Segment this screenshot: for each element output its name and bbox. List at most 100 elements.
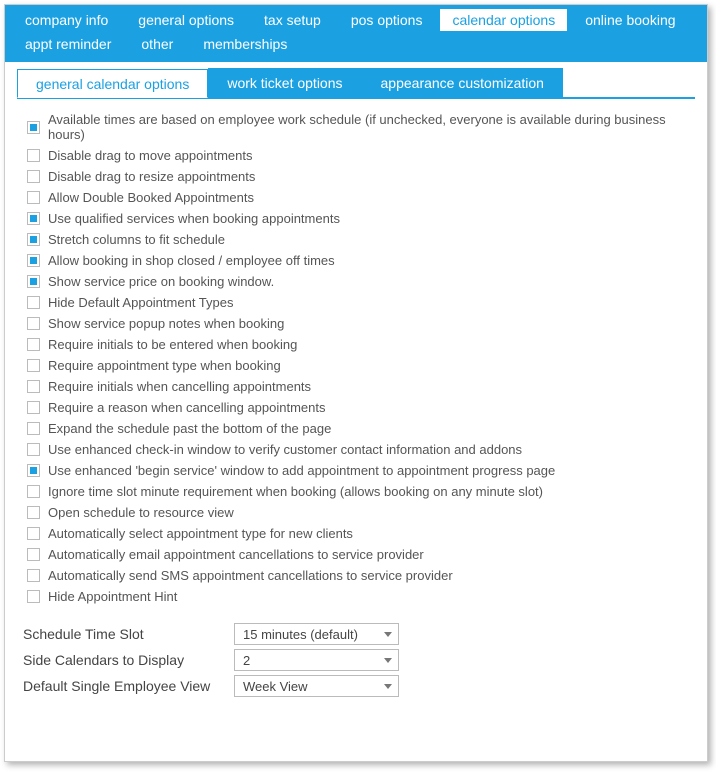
checkbox[interactable] <box>27 121 40 134</box>
checkbox-label: Use enhanced check-in window to verify c… <box>48 442 522 457</box>
subtab-work-ticket-options[interactable]: work ticket options <box>208 68 361 97</box>
checkbox-row: Require appointment type when booking <box>23 355 689 376</box>
schedule-time-slot-label: Schedule Time Slot <box>23 626 228 642</box>
checkbox[interactable] <box>27 149 40 162</box>
checkbox-label: Use enhanced 'begin service' window to a… <box>48 463 555 478</box>
checkbox[interactable] <box>27 296 40 309</box>
default-view-value: Week View <box>243 679 308 694</box>
checkbox-label: Disable drag to move appointments <box>48 148 253 163</box>
checkbox-row: Expand the schedule past the bottom of t… <box>23 418 689 439</box>
checkbox-row: Show service price on booking window. <box>23 271 689 292</box>
checkbox[interactable] <box>27 590 40 603</box>
tab-content: Available times are based on employee wo… <box>5 99 707 761</box>
checkbox-row: Stretch columns to fit schedule <box>23 229 689 250</box>
checkbox-row: Require initials when cancelling appoint… <box>23 376 689 397</box>
default-view-select[interactable]: Week View <box>234 675 399 697</box>
schedule-time-slot-value: 15 minutes (default) <box>243 627 358 642</box>
top-nav: company info general options tax setup pos … <box>5 5 707 61</box>
checkbox-row: Hide Appointment Hint <box>23 586 689 607</box>
checkbox-label: Automatically email appointment cancella… <box>48 547 424 562</box>
checkbox-row: Use qualified services when booking appo… <box>23 208 689 229</box>
checkbox[interactable] <box>27 254 40 267</box>
checkbox-row: Use enhanced check-in window to verify c… <box>23 439 689 460</box>
checkbox-label: Ignore time slot minute requirement when… <box>48 484 543 499</box>
chevron-down-icon <box>384 632 392 637</box>
checkbox-label: Show service price on booking window. <box>48 274 274 289</box>
default-view-label: Default Single Employee View <box>23 678 228 694</box>
topnav-memberships[interactable]: memberships <box>191 33 299 55</box>
topnav-online-booking[interactable]: online booking <box>573 9 687 31</box>
checkbox[interactable] <box>27 380 40 393</box>
checkbox-row: Use enhanced 'begin service' window to a… <box>23 460 689 481</box>
checkbox[interactable] <box>27 275 40 288</box>
checkbox[interactable] <box>27 443 40 456</box>
settings-window: company info general options tax setup pos … <box>4 4 708 762</box>
checkbox-row: Automatically select appointment type fo… <box>23 523 689 544</box>
checkbox[interactable] <box>27 359 40 372</box>
checkbox-row: Open schedule to resource view <box>23 502 689 523</box>
checkbox-row: Require initials to be entered when book… <box>23 334 689 355</box>
schedule-time-slot-row: Schedule Time Slot 15 minutes (default) <box>23 621 689 647</box>
topnav-calendar-options[interactable]: calendar options <box>440 9 567 31</box>
checkbox-row: Available times are based on employee wo… <box>23 109 689 145</box>
checkbox-row: Disable drag to move appointments <box>23 145 689 166</box>
subtab-general-calendar-options[interactable]: general calendar options <box>17 69 208 98</box>
chevron-down-icon <box>384 684 392 689</box>
checkbox-label: Disable drag to resize appointments <box>48 169 255 184</box>
checkbox-label: Open schedule to resource view <box>48 505 234 520</box>
checkbox-row: Allow Double Booked Appointments <box>23 187 689 208</box>
side-calendars-row: Side Calendars to Display 2 <box>23 647 689 673</box>
subtabs-container: general calendar optionswork ticket opti… <box>5 61 707 99</box>
checkbox-row: Show service popup notes when booking <box>23 313 689 334</box>
checkbox-label: Allow booking in shop closed / employee … <box>48 253 335 268</box>
side-calendars-value: 2 <box>243 653 250 668</box>
checkbox[interactable] <box>27 422 40 435</box>
topnav-tax-setup[interactable]: tax setup <box>252 9 333 31</box>
checkbox-row: Automatically email appointment cancella… <box>23 544 689 565</box>
checkbox-label: Allow Double Booked Appointments <box>48 190 254 205</box>
checkbox-row: Automatically send SMS appointment cance… <box>23 565 689 586</box>
topnav-appt-reminder[interactable]: appt reminder <box>13 33 123 55</box>
checkbox[interactable] <box>27 527 40 540</box>
side-calendars-label: Side Calendars to Display <box>23 652 228 668</box>
topnav-pos-options[interactable]: pos options <box>339 9 435 31</box>
checkbox[interactable] <box>27 191 40 204</box>
checkbox-label: Hide Appointment Hint <box>48 589 177 604</box>
checkbox-label: Expand the schedule past the bottom of t… <box>48 421 331 436</box>
checkbox[interactable] <box>27 569 40 582</box>
checkbox-label: Use qualified services when booking appo… <box>48 211 340 226</box>
checkbox-label: Hide Default Appointment Types <box>48 295 234 310</box>
checkbox-row: Ignore time slot minute requirement when… <box>23 481 689 502</box>
topnav-other[interactable]: other <box>129 33 185 55</box>
checkbox[interactable] <box>27 170 40 183</box>
checkbox-row: Require a reason when cancelling appoint… <box>23 397 689 418</box>
topnav-general-options[interactable]: general options <box>126 9 246 31</box>
checkbox-label: Automatically send SMS appointment cance… <box>48 568 453 583</box>
checkbox[interactable] <box>27 212 40 225</box>
schedule-time-slot-select[interactable]: 15 minutes (default) <box>234 623 399 645</box>
subtab-appearance-customization[interactable]: appearance customization <box>362 68 563 97</box>
checkbox-label: Require initials to be entered when book… <box>48 337 297 352</box>
checkbox-row: Disable drag to resize appointments <box>23 166 689 187</box>
checkbox[interactable] <box>27 485 40 498</box>
checkbox-row: Allow booking in shop closed / employee … <box>23 250 689 271</box>
checkbox-label: Require appointment type when booking <box>48 358 281 373</box>
default-view-row: Default Single Employee View Week View <box>23 673 689 699</box>
chevron-down-icon <box>384 658 392 663</box>
checkbox-label: Require a reason when cancelling appoint… <box>48 400 326 415</box>
checkbox[interactable] <box>27 401 40 414</box>
subtabs: general calendar optionswork ticket opti… <box>17 68 695 99</box>
checkbox[interactable] <box>27 464 40 477</box>
checkbox-label: Show service popup notes when booking <box>48 316 284 331</box>
checkbox-label: Require initials when cancelling appoint… <box>48 379 311 394</box>
side-calendars-select[interactable]: 2 <box>234 649 399 671</box>
checkbox[interactable] <box>27 338 40 351</box>
checkbox-row: Hide Default Appointment Types <box>23 292 689 313</box>
checkbox[interactable] <box>27 506 40 519</box>
checkbox[interactable] <box>27 233 40 246</box>
topnav-company-info[interactable]: company info <box>13 9 120 31</box>
checkbox[interactable] <box>27 317 40 330</box>
checkbox-label: Available times are based on employee wo… <box>48 112 689 142</box>
checkbox-label: Stretch columns to fit schedule <box>48 232 225 247</box>
checkbox[interactable] <box>27 548 40 561</box>
